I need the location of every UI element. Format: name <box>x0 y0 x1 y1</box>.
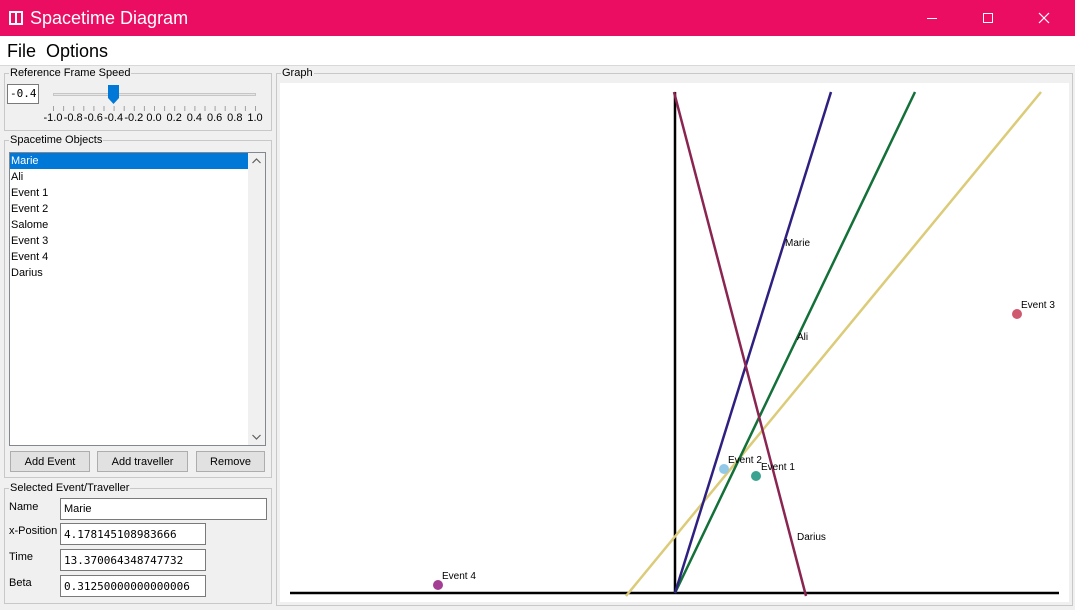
menu-options[interactable]: Options <box>46 41 108 62</box>
worldline-darius <box>672 91 808 597</box>
scroll-up-icon[interactable] <box>252 158 261 164</box>
list-item[interactable]: Event 1 <box>10 185 249 201</box>
reference-speed-legend: Reference Frame Speed <box>10 67 131 79</box>
speed-slider-ticks <box>53 106 256 111</box>
label-ali: Ali <box>797 332 808 343</box>
label-darius: Darius <box>797 532 826 543</box>
name-label: Name <box>9 501 39 513</box>
objects-list[interactable]: Marie Ali Event 1 Event 2 Salome Event 3 Event… <box>9 152 266 446</box>
label-event-1: Event 1 <box>761 462 795 473</box>
speed-tick-labels: -1.0 -0.8 -0.6 -0.4 -0.2 0.0 0.2 0.4 0.6 0.8 1.0 <box>0 112 275 126</box>
list-item[interactable]: Event 3 <box>10 233 249 249</box>
add-traveller-button[interactable]: Add traveller <box>97 451 188 472</box>
speed-slider-track[interactable] <box>53 93 256 96</box>
tick-label: -0.2 <box>124 112 144 124</box>
speed-input[interactable]: -0.4 <box>7 84 39 104</box>
tick-label: -0.4 <box>104 112 124 124</box>
list-item[interactable]: Salome <box>10 217 249 233</box>
tick-label: -0.8 <box>63 112 83 124</box>
graph-legend: Graph <box>282 67 313 79</box>
spacetime-diagram: Marie Ali Darius Event 2 Event 1 Event 3… <box>290 91 1059 597</box>
minimize-icon <box>927 18 937 19</box>
label-marie: Marie <box>785 238 810 249</box>
label-event-3: Event 3 <box>1021 300 1055 311</box>
time-field[interactable]: 13.370064348747732 <box>60 549 206 571</box>
close-button[interactable] <box>1021 0 1067 36</box>
list-item[interactable]: Ali <box>10 169 249 185</box>
time-label: Time <box>9 551 34 563</box>
list-item[interactable]: Event 2 <box>10 201 249 217</box>
label-event-2: Event 2 <box>728 455 762 466</box>
selected-object-legend: Selected Event/Traveller <box>10 482 130 494</box>
scroll-down-icon[interactable] <box>252 434 261 440</box>
title-bar: Spacetime Diagram <box>0 0 1075 36</box>
tick-label: -0.6 <box>83 112 103 124</box>
tick-label: 1.0 <box>247 112 263 124</box>
beta-label: Beta <box>9 577 32 589</box>
tick-label: 0.2 <box>166 112 182 124</box>
list-item[interactable]: Marie <box>10 153 249 169</box>
app-icon <box>9 11 23 25</box>
list-scrollbar[interactable] <box>248 153 265 445</box>
graph-canvas[interactable]: Marie Ali Darius Event 2 Event 1 Event 3… <box>280 83 1069 602</box>
speed-slider-thumb[interactable] <box>108 85 120 104</box>
window-title: Spacetime Diagram <box>30 8 189 28</box>
x-position-label: x-Position <box>9 525 58 537</box>
tick-label: 0.4 <box>186 112 203 124</box>
add-event-button[interactable]: Add Event <box>10 451 90 472</box>
beta-field[interactable]: 0.31250000000000006 <box>60 575 206 597</box>
menu-file[interactable]: File <box>7 41 36 62</box>
list-item[interactable]: Event 4 <box>10 249 249 265</box>
spacetime-objects-legend: Spacetime Objects <box>10 134 103 146</box>
tick-label: 0.6 <box>206 112 223 124</box>
maximize-icon <box>983 13 993 23</box>
tick-label: 0.8 <box>227 112 243 124</box>
minimize-button[interactable] <box>909 0 955 36</box>
worldline-ali <box>673 91 917 594</box>
name-field[interactable]: Marie <box>60 498 267 520</box>
close-icon <box>1038 12 1050 24</box>
x-position-field[interactable]: 4.178145108983666 <box>60 523 206 545</box>
tick-label: -1.0 <box>43 112 63 124</box>
worldline-salome <box>625 91 1042 597</box>
tick-label: 0.0 <box>146 112 162 124</box>
event-1-marker <box>751 471 761 481</box>
menu-bar: File Options <box>0 36 1075 66</box>
maximize-button[interactable] <box>965 0 1011 36</box>
list-item[interactable]: Darius <box>10 265 249 281</box>
label-event-4: Event 4 <box>442 571 476 582</box>
remove-button[interactable]: Remove <box>196 451 265 472</box>
